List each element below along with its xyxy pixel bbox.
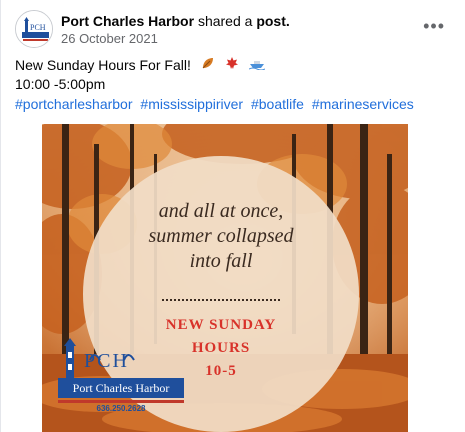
post-card: PCH Port Charles Harbor shared a post. 2…: [0, 0, 465, 432]
harbor-logo-icon: PCH: [16, 11, 52, 47]
post-meta: Port Charles Harbor shared a post. 26 Oc…: [61, 13, 290, 46]
quote-line: into fall: [189, 250, 253, 272]
hashtag-link[interactable]: #mississippiriver: [140, 96, 243, 112]
post-date[interactable]: 26 October 2021: [61, 31, 290, 46]
boat-emoji-icon: [248, 56, 265, 75]
post-header: PCH Port Charles Harbor shared a post. 2…: [15, 10, 451, 50]
post-text-headline: New Sunday Hours For Fall!: [15, 57, 191, 73]
hashtag-link[interactable]: #portcharlesharbor: [15, 96, 133, 112]
post-title-line: Port Charles Harbor shared a post.: [61, 13, 290, 29]
hours-line: NEW SUNDAY: [165, 317, 277, 333]
quote-text: and all at once, summer collapsed into f…: [42, 199, 400, 274]
harbor-logo: PCH Port Charles Harbor 636.250.2628: [54, 338, 188, 418]
post-text: New Sunday Hours For Fall! 10:00 -5:00pm: [15, 56, 451, 94]
logo-name: Port Charles Harbor: [72, 381, 170, 395]
hashtag-link[interactable]: #marineservices: [312, 96, 414, 112]
post-text-line-1: New Sunday Hours For Fall!: [15, 56, 451, 75]
svg-text:PCH: PCH: [30, 23, 46, 32]
quote-line: summer collapsed: [148, 225, 294, 247]
page-name-link[interactable]: Port Charles Harbor: [61, 13, 194, 29]
leaf-emoji-icon: [201, 56, 215, 75]
action-text: shared a: [197, 13, 253, 29]
page-avatar[interactable]: PCH: [15, 10, 53, 48]
logo-initials: PCH: [84, 350, 129, 372]
hashtag-list: #portcharlesharbor #mississippiriver #bo…: [15, 96, 418, 112]
logo-phone: 636.250.2628: [96, 404, 146, 413]
post-image[interactable]: and all at once, summer collapsed into f…: [42, 124, 408, 432]
post-text-line-2: 10:00 -5:00pm: [15, 76, 106, 92]
quote-line: and all at once,: [158, 200, 284, 222]
maple-leaf-emoji-icon: [225, 56, 239, 75]
more-options-icon[interactable]: •••: [423, 16, 445, 37]
post-link[interactable]: post.: [256, 13, 289, 29]
hashtag-link[interactable]: #boatlife: [251, 96, 304, 112]
